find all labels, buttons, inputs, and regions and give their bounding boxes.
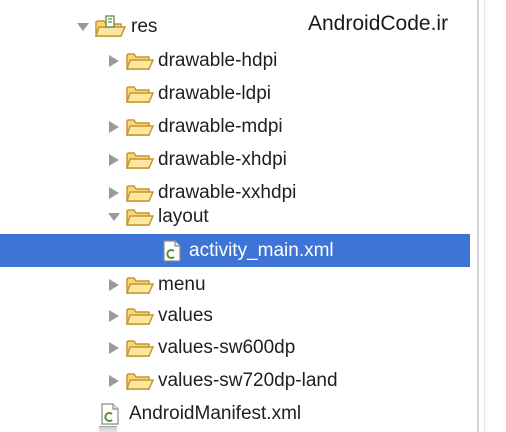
tree-item-label: menu [158, 273, 206, 295]
collapsed-arrow-icon[interactable] [107, 119, 121, 135]
res-folder-icon [94, 14, 127, 37]
collapsed-arrow-icon[interactable] [107, 308, 121, 324]
folder-icon [125, 208, 155, 226]
xml-file-icon [163, 239, 181, 262]
expanded-arrow-icon[interactable] [76, 19, 90, 35]
collapsed-arrow-icon[interactable] [107, 152, 121, 168]
collapsed-arrow-icon[interactable] [107, 340, 121, 356]
folder-icon [125, 307, 155, 325]
xml-file-icon [101, 402, 119, 425]
tree-item-label: values-sw600dp [158, 336, 296, 358]
folder-icon [125, 339, 155, 357]
tree-item-menu[interactable]: menu [0, 268, 470, 301]
collapsed-arrow-icon[interactable] [107, 185, 121, 201]
tree-item-label: drawable-hdpi [158, 49, 278, 71]
folder-icon [125, 118, 155, 136]
tree-item-values-sw600dp[interactable]: values-sw600dp [0, 331, 470, 364]
scrollbar-edge[interactable] [470, 0, 506, 432]
tree-item-label: drawable-ldpi [158, 82, 272, 104]
arrow-spacer [107, 86, 121, 102]
tree-item-label: values-sw720dp-land [158, 369, 338, 391]
tree-item-label: drawable-mdpi [158, 115, 283, 137]
tree-item-drawable-hdpi[interactable]: drawable-hdpi [0, 44, 470, 77]
tree-item-values[interactable]: values [0, 299, 470, 332]
tree-item-drawable-mdpi[interactable]: drawable-mdpi [0, 110, 470, 143]
folder-icon [125, 52, 155, 70]
collapsed-arrow-icon[interactable] [107, 53, 121, 69]
folder-icon [125, 372, 155, 390]
folder-icon [125, 151, 155, 169]
scrollbar-divider [477, 0, 479, 432]
collapsed-arrow-icon[interactable] [107, 373, 121, 389]
tree-item-label: res [131, 15, 158, 37]
partial-next-item [99, 426, 117, 432]
tree-item-label: drawable-xhdpi [158, 148, 287, 170]
tree-item-label: values [158, 304, 213, 326]
collapsed-arrow-icon[interactable] [107, 277, 121, 293]
tree-item-drawable-xhdpi[interactable]: drawable-xhdpi [0, 143, 470, 176]
tree-item-label: activity_main.xml [189, 239, 334, 261]
tree-item-activity-main-xml[interactable]: activity_main.xml [0, 234, 470, 267]
scrollbar-divider [484, 0, 485, 432]
watermark: AndroidCode.ir [308, 12, 449, 35]
tree-item-layout[interactable]: layout [0, 200, 470, 233]
folder-icon [125, 85, 155, 103]
tree-item-values-sw720dp-land[interactable]: values-sw720dp-land [0, 364, 470, 397]
tree-item-android-manifest[interactable]: AndroidManifest.xml [0, 397, 470, 430]
tree-item-label: layout [158, 205, 209, 227]
folder-icon [125, 276, 155, 294]
expanded-arrow-icon[interactable] [107, 209, 121, 225]
tree-item-label: AndroidManifest.xml [129, 402, 302, 424]
project-explorer-tree: res drawable-hdpi drawable-ldpi drawable… [0, 0, 470, 432]
tree-item-drawable-ldpi[interactable]: drawable-ldpi [0, 77, 470, 110]
